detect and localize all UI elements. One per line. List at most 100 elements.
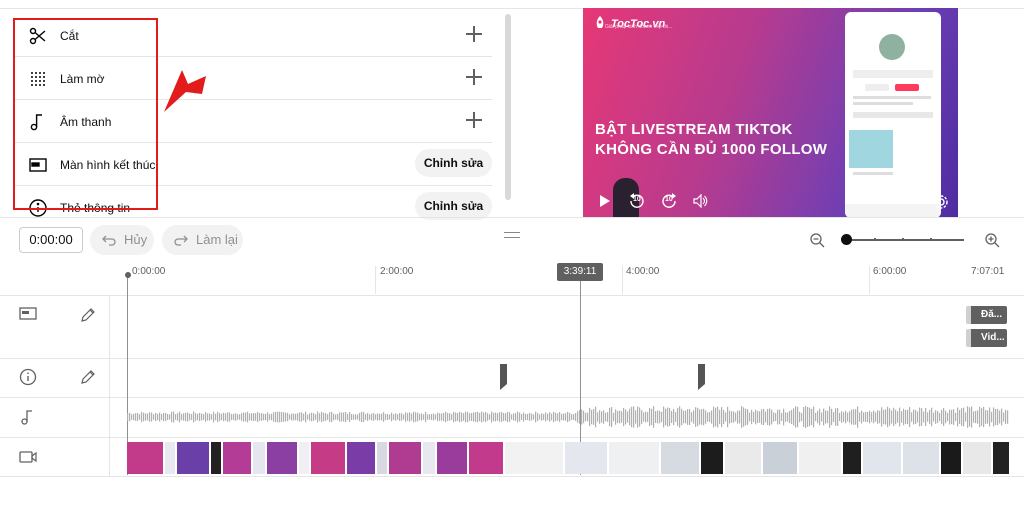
waveform-bar [1001,408,1003,426]
edit-end-screen-pencil-icon[interactable] [80,307,96,323]
waveform-bar [365,414,367,420]
waveform-bar [633,406,635,428]
add-audio-icon[interactable] [466,112,482,128]
waveform-bar [913,409,915,425]
waveform-bar [235,413,237,421]
waveform-bar [261,413,263,421]
waveform-bar [615,409,617,425]
redo-label: Làm lại [196,232,238,247]
waveform-bar [173,411,175,423]
waveform-bar [935,410,937,424]
waveform-bar [285,412,287,422]
waveform-bar [763,409,765,425]
waveform-bar [829,406,831,428]
waveform-bar [659,410,661,424]
divider [0,358,1024,359]
waveform-bar [467,411,469,423]
waveform-bar [963,407,965,427]
zoom-slider-knob[interactable] [841,234,852,245]
waveform-bar [509,412,511,422]
video-frame-thumbnail [963,442,993,474]
edit-info-card-pencil-icon[interactable] [80,369,96,385]
zoom-out-icon[interactable] [809,232,825,248]
waveform-bar [449,413,451,421]
waveform-bar [197,413,199,421]
video-frame-thumbnail [377,442,389,474]
zoom-slider[interactable] [846,239,964,241]
waveform-bar [479,412,481,422]
volume-icon[interactable] [693,194,709,208]
waveform-bar [431,413,433,421]
phone-tabs [853,112,933,118]
playhead-time[interactable]: 3:39:11 [557,263,603,281]
waveform-bar [443,412,445,422]
waveform-bar [731,411,733,423]
video-preview[interactable]: TocToc.vn Giải pháp kinh doanh tiếp thị.… [583,8,958,218]
waveform-bar [475,412,477,422]
waveform-bar [353,414,355,420]
waveform-bar [325,413,327,421]
waveform-bar [455,412,457,422]
waveform-bar [601,411,603,423]
waveform-bar [533,414,535,420]
waveform-bar [517,411,519,423]
waveform-bar [343,412,345,422]
redo-button[interactable]: Làm lại [162,225,243,255]
waveform-bar [157,413,159,421]
current-time-field[interactable]: 0:00:00 [19,227,83,253]
waveform-bar [761,409,763,425]
panel-resize-handle[interactable] [504,232,520,238]
waveform-bar [827,410,829,424]
info-card-marker[interactable] [698,364,705,390]
waveform-bar [793,408,795,426]
rewind-10-icon[interactable]: 10 [627,192,647,210]
info-card-marker[interactable] [500,364,507,390]
forward-10-icon[interactable]: 10 [659,192,679,210]
waveform-bar [1005,409,1007,425]
add-cut-icon[interactable] [466,26,482,42]
waveform-bar [583,410,585,424]
waveform-bar [875,412,877,422]
waveform-bar [505,413,507,421]
waveform-bar [621,411,623,423]
end-screen-element-chip[interactable]: Vid... [966,329,1007,347]
waveform-bar [361,412,363,422]
timeline-start-marker[interactable] [125,272,131,278]
waveform-bar [865,411,867,423]
video-frame-thumbnail [701,442,725,474]
zoom-in-icon[interactable] [984,232,1000,248]
phone-nav-bar [845,204,941,218]
phone-stats [853,70,933,78]
waveform-bar [543,413,545,421]
video-frame-thumbnail [177,442,211,474]
video-thumbnail-strip[interactable] [127,442,1009,474]
waveform-bar [287,412,289,422]
waveform-bar [847,412,849,422]
audio-waveform[interactable] [127,405,1009,429]
video-frame-thumbnail [799,442,843,474]
waveform-bar [591,409,593,425]
add-blur-icon[interactable] [466,69,482,85]
waveform-bar [603,410,605,424]
track-header-divider [109,295,110,477]
ruler-tick [375,266,376,294]
settings-gear-icon[interactable] [933,194,949,210]
undo-button[interactable]: Hủy [90,225,154,255]
waveform-bar [463,413,465,421]
tools-scrollbar[interactable] [505,14,511,200]
waveform-bar [777,409,779,425]
waveform-bar [547,413,549,421]
highlight-annotation-box [13,18,158,210]
waveform-bar [849,411,851,423]
edit-info-card-button[interactable]: Chỉnh sửa [415,192,492,220]
waveform-bar [281,411,283,423]
play-icon[interactable] [599,194,611,208]
end-screen-element-chip[interactable]: Đă... [966,306,1007,324]
waveform-bar [811,409,813,425]
edit-end-screen-button[interactable]: Chỉnh sửa [415,149,492,177]
waveform-bar [799,411,801,423]
waveform-bar [321,411,323,423]
waveform-bar [851,409,853,425]
waveform-bar [863,412,865,422]
waveform-bar [527,413,529,421]
